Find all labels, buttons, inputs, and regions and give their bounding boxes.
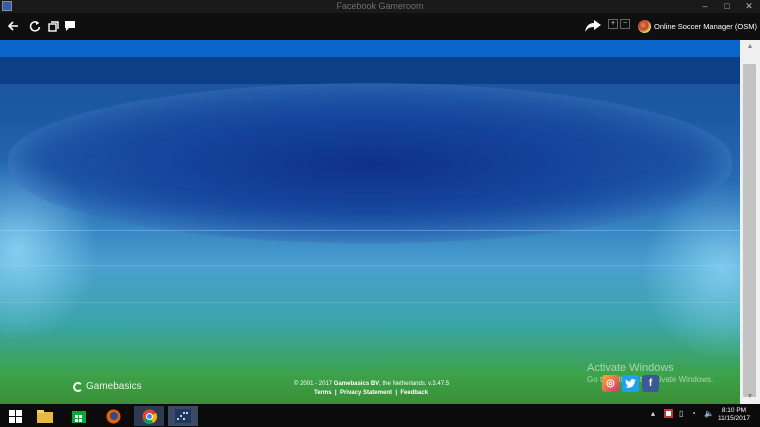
game-canvas[interactable]: Gamebasics © 2001 - 2017 Gamebasics BV, … (0, 40, 740, 404)
maximize-button[interactable]: □ (716, 0, 738, 13)
zoom-out-button[interactable]: − (620, 19, 630, 29)
gamebasics-brand-text: Gamebasics (86, 381, 142, 392)
store-icon[interactable] (67, 406, 91, 426)
close-button[interactable]: ✕ (738, 0, 760, 13)
game-name[interactable]: Online Soccer Manager (OSM) (654, 22, 757, 31)
share-icon[interactable] (584, 18, 602, 34)
clock-date: 11/15/2017 (717, 415, 750, 422)
scroll-thumb[interactable] (743, 64, 756, 397)
copyright-company: Gamebasics BV (333, 381, 380, 387)
light-streak (0, 265, 740, 266)
header-band (0, 57, 740, 84)
scroll-up-arrow-icon[interactable]: ▲ (740, 40, 760, 54)
activate-title: Activate Windows (587, 362, 674, 374)
game-avatar[interactable] (638, 20, 651, 33)
facebook-icon[interactable]: f (642, 375, 659, 392)
popout-window-icon[interactable] (45, 18, 61, 34)
zoom-in-button[interactable]: + (608, 19, 618, 29)
minimize-button[interactable]: – (694, 0, 716, 13)
clock-time: 8:10 PM (721, 407, 747, 414)
gameroom-taskbar-icon[interactable] (168, 406, 198, 426)
windows-taskbar: ▴ ▯ ◔ 🔈 8:10 PM 11/15/2017 (0, 404, 760, 427)
window-title: Facebook Gameroom (336, 1, 424, 11)
scroll-down-arrow-icon[interactable]: ▼ (740, 390, 760, 404)
feedback-link[interactable]: Feedback (400, 390, 428, 396)
windows-start-icon[interactable] (3, 406, 27, 426)
copyright-text: © 2001 - 2017 Gamebasics BV, the Netherl… (294, 381, 450, 387)
top-nav-bar (0, 40, 740, 57)
gamebasics-logo-icon (73, 381, 83, 392)
twitter-icon[interactable] (622, 375, 639, 392)
defender-icon[interactable] (664, 409, 673, 420)
network-icon[interactable]: ◔ (691, 409, 696, 418)
footer-separator: | (334, 390, 337, 396)
chat-icon[interactable] (62, 18, 78, 34)
footer-links: Terms | Privacy Statement | Feedback (314, 390, 428, 396)
tray-chevron-icon[interactable]: ▴ (651, 409, 655, 418)
privacy-link[interactable]: Privacy Statement (340, 390, 392, 396)
volume-icon[interactable]: 🔈 (704, 409, 714, 418)
firefox-icon[interactable] (101, 406, 125, 426)
light-streak (0, 302, 740, 303)
reload-icon[interactable] (27, 18, 43, 34)
title-bar: Facebook Gameroom – □ ✕ (0, 0, 760, 13)
stadium-arch (8, 83, 732, 243)
vertical-scrollbar[interactable]: ▲ ▼ (740, 40, 760, 404)
footer-separator: | (395, 390, 398, 396)
instagram-icon[interactable]: ◎ (602, 375, 619, 392)
terms-link[interactable]: Terms (314, 390, 332, 396)
gamebasics-logo[interactable]: Gamebasics (73, 381, 142, 392)
gameroom-toolbar: + − Online Soccer Manager (OSM) (0, 13, 760, 40)
chrome-icon[interactable] (134, 406, 164, 426)
back-arrow-icon[interactable] (5, 18, 21, 34)
file-explorer-icon[interactable] (33, 406, 57, 426)
battery-icon[interactable]: ▯ (679, 409, 683, 418)
light-streak (0, 230, 740, 231)
taskbar-clock[interactable]: 8:10 PM 11/15/2017 (718, 407, 750, 423)
